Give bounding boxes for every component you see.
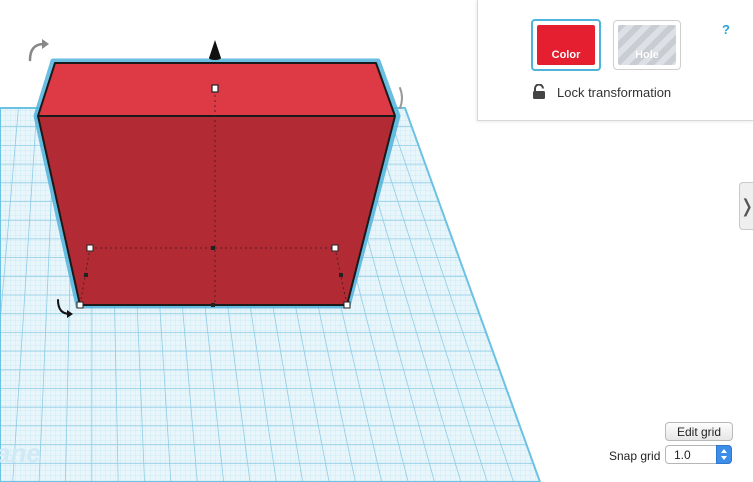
color-swatch: Color [537, 25, 595, 65]
hole-swatch: Hole [618, 25, 676, 65]
snap-grid-value: 1.0 [674, 448, 691, 462]
hole-label: Hole [635, 49, 659, 61]
lock-label: Lock transformation [557, 84, 672, 100]
hole-button[interactable]: Hole [613, 20, 681, 70]
edge-handle[interactable] [211, 246, 215, 250]
help-button[interactable]: ? [722, 22, 730, 37]
lock-icon [533, 84, 545, 99]
edge-handle[interactable] [339, 273, 343, 277]
select-arrows-icon [716, 445, 732, 464]
rotate-arrow-icon[interactable] [28, 42, 46, 62]
corner-handle[interactable] [331, 244, 339, 252]
workplane-label: ane [0, 438, 41, 468]
inspector-panel: Color Hole ? Lock transformation [477, 0, 753, 121]
snap-grid-select[interactable]: 1.0 [665, 445, 732, 464]
corner-handle[interactable] [343, 301, 351, 309]
box-shape[interactable] [33, 58, 401, 309]
lift-cone-base [209, 56, 221, 60]
color-label: Color [551, 49, 581, 61]
chevron-right-icon: ❭ [739, 196, 753, 217]
lift-cone-icon[interactable] [209, 40, 221, 58]
collapse-panel-tab[interactable]: ❭ [739, 182, 753, 230]
edge-handle[interactable] [211, 303, 215, 307]
color-button[interactable]: Color [531, 19, 601, 71]
rotate-arrow-icon[interactable] [399, 87, 403, 109]
edit-grid-button[interactable]: Edit grid [665, 422, 733, 441]
lock-transformation-toggle[interactable]: Lock transformation [532, 84, 671, 100]
corner-handle[interactable] [76, 301, 84, 309]
corner-handle[interactable] [86, 244, 94, 252]
rotate-arrow-head [42, 39, 49, 49]
height-handle[interactable] [211, 84, 219, 93]
snap-grid-label: Snap grid [609, 449, 661, 463]
edge-handle[interactable] [84, 273, 88, 277]
